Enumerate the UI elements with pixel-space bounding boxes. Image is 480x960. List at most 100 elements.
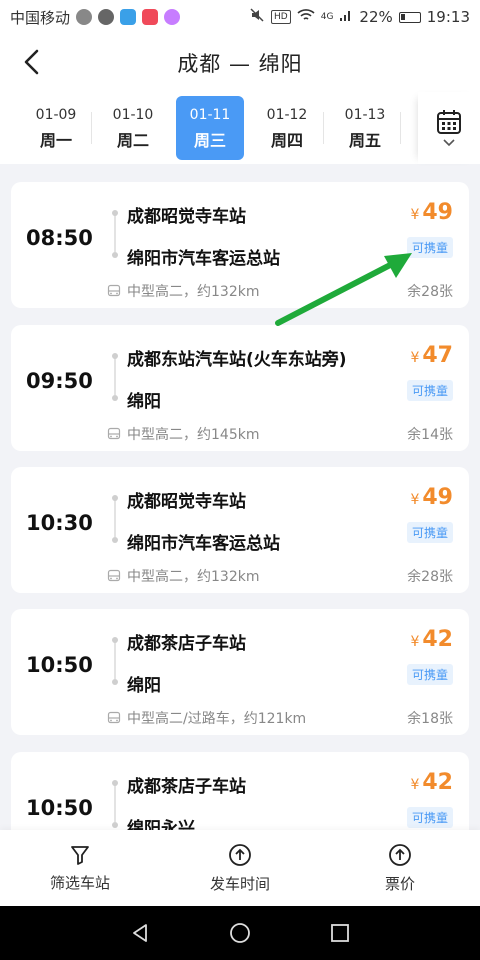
route-line [114,782,116,822]
price-value: 49 [422,485,453,510]
date-label: 01-12 [266,107,308,123]
route-dot [112,822,118,828]
date-tab-0110[interactable]: 01-10 周二 [99,96,167,160]
origin-station: 成都茶店子车站 [127,777,246,797]
date-label: 01-09 [35,107,77,123]
child-allowed-badge: 可携童 [406,522,453,543]
trip-card[interactable]: 10:50 成都茶店子车站 绵阳 ¥42 可携童 中型高二/过路车，约121km… [11,609,469,735]
ticket-price: ¥47 [410,343,453,368]
route-line [114,639,116,679]
date-tab-0112[interactable]: 01-12 周四 [253,96,321,160]
currency-symbol: ¥ [410,777,420,793]
route-line [114,212,116,252]
date-tab-0113[interactable]: 01-13 周五 [331,96,399,160]
weekday-label: 周四 [270,131,303,150]
wifi-icon [297,8,315,26]
weekday-label: 周二 [116,131,149,150]
nav-recents-button[interactable] [320,913,360,953]
trip-card[interactable]: 10:50 成都茶店子车站 绵阳永兴 ¥42 可携童 [11,752,469,830]
status-bar: 中国移动 HD 4G 22% 19:13 [0,0,480,34]
route-dot [112,353,118,359]
triangle-back-icon [133,924,147,942]
trip-card[interactable]: 10:30 成都昭觉寺车站 绵阳市汽车客运总站 ¥49 可携童 中型高二，约13… [11,467,469,593]
destination-station: 绵阳永兴 [127,819,195,830]
bus-icon [107,711,121,724]
price-value: 42 [422,770,453,795]
route-dot [112,210,118,216]
route-dot [112,495,118,501]
app-k-icon [120,9,137,25]
wechat-icon [76,9,93,25]
message-icon [98,9,115,25]
date-tab-0111[interactable]: 01-11 周三 [176,96,244,160]
arrow-up-circle-icon [389,843,411,866]
nav-home-button[interactable] [220,913,260,953]
bus-info: 中型高二，约132km [127,569,260,585]
app-store-icon [142,9,159,25]
battery-icon [398,11,421,23]
nav-back-button[interactable] [120,913,160,953]
filter-station-label: 筛选车站 [49,873,110,892]
ticket-price: ¥49 [410,200,453,225]
page-title: 成都 — 绵阳 [177,52,303,76]
departure-time: 10:50 [26,653,93,677]
calendar-button[interactable] [418,92,480,164]
child-allowed-badge: 可携童 [406,807,453,828]
ticket-price: ¥42 [410,770,453,795]
currency-symbol: ¥ [410,350,420,366]
route-line [114,355,116,395]
currency-symbol: ¥ [410,634,420,650]
battery-percent: 22% [359,8,393,26]
route-dot [112,537,118,543]
date-label: 01-10 [112,107,154,123]
network-type: 4G [320,12,334,22]
child-allowed-badge: 可携童 [406,237,453,258]
date-selector: 01-09 周一 01-10 周二 01-11 周三 01-12 周四 01-1… [0,92,480,164]
weekday-label: 周三 [193,131,226,150]
date-tab-0109[interactable]: 01-09 周一 [22,96,90,160]
seats-remaining: 余14张 [407,427,453,443]
divider [323,112,324,144]
price-value: 42 [422,627,453,652]
destination-station: 绵阳市汽车客运总站 [127,534,280,554]
origin-station: 成都昭觉寺车站 [127,207,246,227]
departure-time: 09:50 [26,369,93,393]
child-allowed-badge: 可携童 [406,664,453,685]
arrow-up-circle-icon [229,843,251,866]
departure-time: 10:50 [26,796,93,820]
route-dot [112,679,118,685]
sort-departure-label: 发车时间 [209,874,270,893]
bus-info: 中型高二/过路车，约121km [127,711,307,727]
back-button[interactable] [14,44,50,80]
origin-station: 成都茶店子车站 [127,634,246,654]
trip-card[interactable]: 08:50 成都昭觉寺车站 绵阳市汽车客运总站 ¥49 可携童 中型高二，约13… [11,182,469,308]
destination-station: 绵阳 [127,676,161,696]
trip-card[interactable]: 09:50 成都东站汽车站(火车东站旁) 绵阳 ¥47 可携童 中型高二，约14… [11,325,469,451]
sort-departure-button[interactable]: 发车时间 [160,830,320,906]
sort-price-button[interactable]: 票价 [320,830,480,906]
route-line [114,497,116,537]
weekday-label: 周一 [39,131,72,150]
ticket-price: ¥42 [410,627,453,652]
weekday-label: 周五 [348,131,381,150]
bus-icon [107,569,121,582]
chevron-down-icon [443,139,455,147]
chevron-left-icon [24,49,39,75]
mute-icon [249,7,265,27]
square-recents-icon [331,924,349,942]
currency-symbol: ¥ [410,207,420,223]
sort-price-label: 票价 [384,874,415,893]
departure-time: 08:50 [26,226,93,250]
date-label: 01-13 [344,107,386,123]
bus-icon [107,284,121,297]
departure-time: 10:30 [26,511,93,535]
filter-station-button[interactable]: 筛选车站 [0,830,160,906]
route-dot [112,780,118,786]
child-allowed-badge: 可携童 [406,380,453,401]
hd-badge: HD [271,10,291,24]
bus-icon [107,427,121,440]
route-dot [112,395,118,401]
price-value: 47 [422,343,453,368]
app-sale-icon [164,9,181,25]
ticket-price: ¥49 [410,485,453,510]
